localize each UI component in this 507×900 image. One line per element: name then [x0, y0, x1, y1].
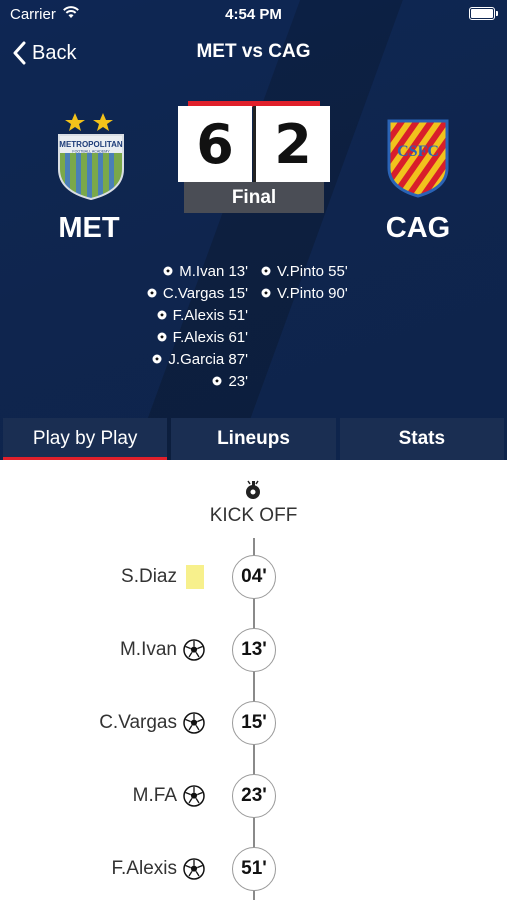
home-team-name: MET	[58, 212, 120, 244]
away-scorer: V.Pinto 55'	[261, 260, 348, 282]
match-header: Carrier 4:54 PM Back MET vs CAG METROPOL…	[0, 0, 507, 460]
event-player: M.Ivan	[119, 639, 177, 660]
match-status-badge: Final	[184, 182, 324, 213]
whistle-icon	[246, 480, 260, 499]
away-crest-text: CSFC	[397, 143, 439, 160]
event-minute: 04'	[232, 555, 276, 599]
home-team-crest[interactable]: METROPOLITAN FOOTBALL ACADEMY	[55, 111, 127, 201]
yellow-card-icon	[186, 565, 204, 589]
soccer-ball-icon	[163, 266, 173, 276]
away-score: 2	[256, 106, 330, 182]
home-scorer: F.Alexis 51'	[147, 304, 248, 326]
timeline-event[interactable]: C.Vargas 15'	[0, 701, 507, 745]
timeline-event[interactable]: M.FA 23'	[0, 774, 507, 818]
soccer-ball-icon	[157, 332, 167, 342]
soccer-ball-icon	[212, 376, 222, 386]
soccer-ball-icon	[261, 266, 271, 276]
soccer-ball-icon	[183, 639, 205, 661]
soccer-ball-icon	[183, 712, 205, 734]
status-bar: Carrier 4:54 PM	[0, 0, 507, 30]
timeline-event[interactable]: F.Alexis 51'	[0, 847, 507, 891]
away-team-name: CAG	[385, 212, 451, 244]
event-minute: 51'	[232, 847, 276, 891]
home-score: 6	[178, 106, 252, 182]
home-scorer: C.Vargas 15'	[147, 282, 248, 304]
home-scorer: F.Alexis 61'	[147, 326, 248, 348]
event-player: F.Alexis	[111, 858, 177, 879]
soccer-ball-icon	[183, 785, 205, 807]
soccer-ball-icon	[152, 354, 162, 364]
clock: 4:54 PM	[225, 6, 282, 23]
page-title: MET vs CAG	[196, 41, 311, 62]
event-player: S.Diaz	[121, 566, 177, 587]
event-minute: 23'	[232, 774, 276, 818]
kickoff-label: KICK OFF	[209, 505, 298, 526]
home-scorer: J.Garcia 87'	[147, 348, 248, 370]
soccer-ball-icon	[157, 310, 167, 320]
timeline-event[interactable]: M.Ivan 13'	[0, 628, 507, 672]
event-minute: 13'	[232, 628, 276, 672]
tab-play-by-play[interactable]: Play by Play	[3, 418, 168, 460]
home-crest-subtext: FOOTBALL ACADEMY	[72, 150, 110, 154]
home-scorer: M.Ivan 13'	[147, 260, 248, 282]
home-scorer: 23'	[147, 370, 248, 392]
soccer-ball-icon	[147, 288, 157, 298]
home-scorers-list: M.Ivan 13' C.Vargas 15' F.Alexis 51' F.A…	[147, 260, 248, 392]
home-crest-text: METROPOLITAN	[59, 140, 123, 149]
away-scorers-list: V.Pinto 55' V.Pinto 90'	[261, 260, 348, 304]
soccer-ball-icon	[261, 288, 271, 298]
tab-stats[interactable]: Stats	[339, 418, 504, 460]
event-player: M.FA	[132, 785, 177, 806]
away-team-crest[interactable]: CSFC	[386, 118, 450, 198]
match-tabs: Play by Play Lineups Stats	[0, 418, 507, 460]
timeline-event[interactable]: S.Diaz 04'	[0, 555, 507, 599]
event-player: C.Vargas	[99, 712, 177, 733]
battery-icon	[469, 7, 498, 20]
tab-lineups[interactable]: Lineups	[171, 418, 336, 460]
soccer-ball-icon	[183, 858, 205, 880]
event-minute: 15'	[232, 701, 276, 745]
away-scorer: V.Pinto 90'	[261, 282, 348, 304]
